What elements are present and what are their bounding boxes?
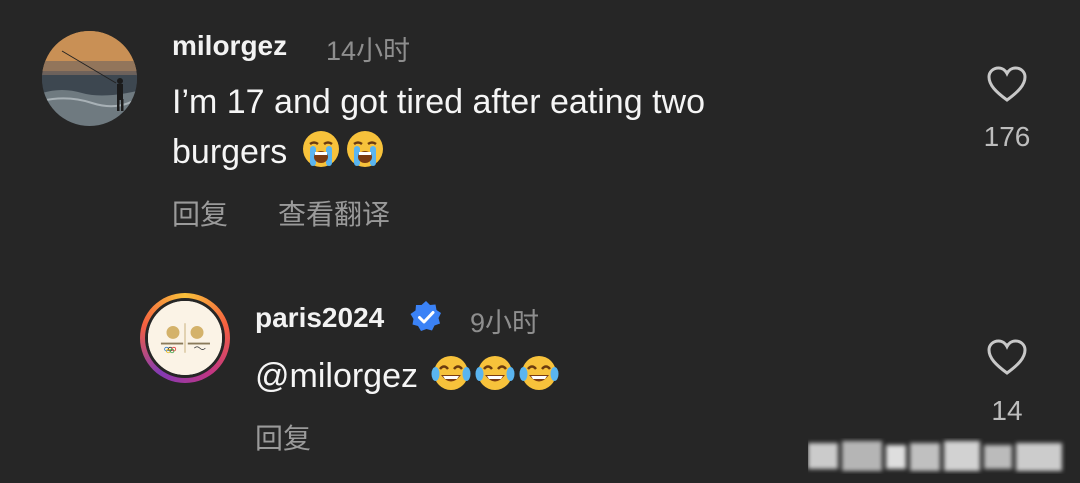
mention-link[interactable]: @milorgez: [255, 357, 418, 395]
timestamp: 9小时: [470, 308, 540, 338]
reply-button[interactable]: 回复: [172, 193, 228, 233]
paris-2024-logo-icon: [148, 301, 222, 375]
watermark: [808, 441, 1062, 471]
comment-text-line-1: I’m 17 and got tired after eating two: [172, 83, 705, 121]
story-ring[interactable]: [140, 293, 230, 383]
crying-face-emoji-icon: [302, 131, 339, 167]
avatar: [145, 298, 225, 378]
username[interactable]: milorgez: [172, 30, 287, 62]
reply-button[interactable]: 回复: [255, 417, 311, 457]
crying-face-emoji-icon: [346, 131, 383, 167]
like-count: 176: [983, 121, 1031, 152]
timestamp: 14小时: [326, 36, 411, 66]
tears-of-joy-emoji-icon: [519, 356, 559, 390]
comment-text-word: burgers: [172, 133, 288, 171]
heart-icon[interactable]: [986, 65, 1028, 103]
avatar[interactable]: [42, 31, 137, 126]
see-translation-button[interactable]: 查看翻译: [278, 193, 390, 233]
like-count: 14: [991, 395, 1023, 426]
verified-badge-icon: [410, 301, 441, 331]
comment-text: @milorgez: [255, 351, 559, 401]
heart-icon[interactable]: [986, 338, 1028, 376]
tears-of-joy-emoji-icon: [475, 356, 515, 390]
comment-text-line-2: burgers: [172, 127, 385, 177]
tears-of-joy-emoji-icon: [431, 356, 471, 390]
username[interactable]: paris2024: [255, 302, 384, 334]
